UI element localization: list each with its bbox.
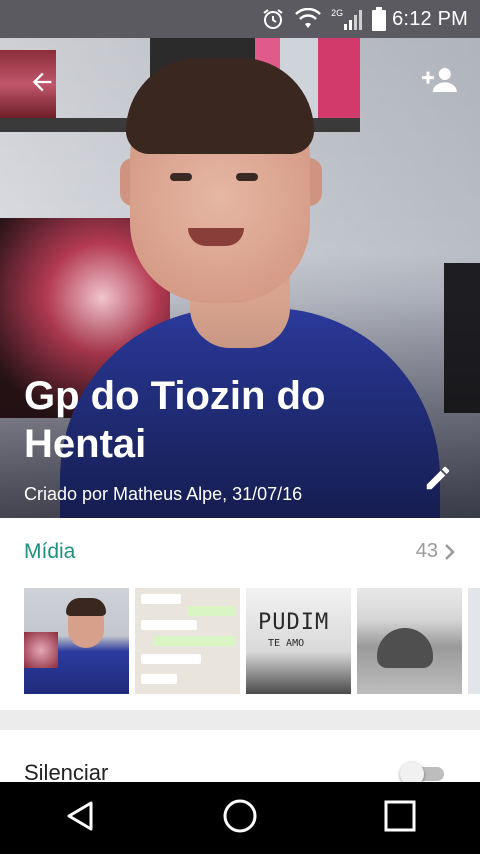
nav-back-button[interactable] bbox=[50, 788, 110, 848]
media-label: Mídia bbox=[24, 540, 76, 563]
nav-recents-button[interactable] bbox=[370, 788, 430, 848]
edit-pencil-icon bbox=[423, 463, 453, 498]
section-divider bbox=[0, 710, 480, 730]
chevron-right-icon bbox=[444, 543, 456, 561]
media-thumbnail[interactable] bbox=[468, 588, 480, 694]
media-thumbnail[interactable] bbox=[135, 588, 240, 694]
recents-square-icon bbox=[383, 799, 417, 838]
add-participant-button[interactable] bbox=[418, 60, 462, 104]
group-header: Gp do Tiozin do Hentai Criado por Matheu… bbox=[0, 38, 480, 518]
battery-icon bbox=[372, 7, 387, 31]
back-button[interactable] bbox=[22, 64, 62, 104]
alarm-icon bbox=[261, 7, 285, 31]
mute-toggle[interactable] bbox=[400, 762, 446, 786]
media-count-link[interactable]: 43 bbox=[416, 540, 456, 563]
status-time: 6:12 PM bbox=[392, 7, 468, 30]
wifi-icon bbox=[295, 8, 321, 30]
media-thumbnail[interactable]: PUDIM TE AMO bbox=[246, 588, 351, 694]
media-thumbnail[interactable] bbox=[24, 588, 129, 694]
network-type: 2G bbox=[331, 8, 344, 18]
group-created-by: Criado por Matheus Alpe, 31/07/16 bbox=[24, 484, 303, 504]
media-count: 43 bbox=[415, 540, 438, 562]
back-arrow-icon bbox=[28, 68, 56, 101]
status-bar: 2G 6:12 PM bbox=[0, 0, 480, 38]
graffiti-small-text: TE AMO bbox=[268, 638, 305, 649]
media-thumbnail[interactable] bbox=[357, 588, 462, 694]
nav-home-button[interactable] bbox=[210, 788, 270, 848]
back-triangle-icon bbox=[63, 799, 97, 838]
graffiti-text: PUDIM bbox=[258, 610, 330, 635]
mute-row[interactable]: Silenciar bbox=[0, 730, 480, 786]
media-section: Mídia 43 PUDIM TE AMO bbox=[0, 518, 480, 710]
group-name: Gp do Tiozin do Hentai bbox=[24, 374, 326, 466]
home-circle-icon bbox=[222, 798, 258, 839]
group-info-screen: 2G 6:12 PM Gp do Tiozin do Hentai Criado… bbox=[0, 0, 480, 854]
add-participant-icon bbox=[422, 65, 458, 100]
media-thumbnails: PUDIM TE AMO bbox=[24, 588, 480, 694]
edit-group-name-button[interactable] bbox=[416, 458, 460, 502]
signal-icon: 2G bbox=[331, 8, 363, 30]
navigation-bar bbox=[0, 782, 480, 854]
